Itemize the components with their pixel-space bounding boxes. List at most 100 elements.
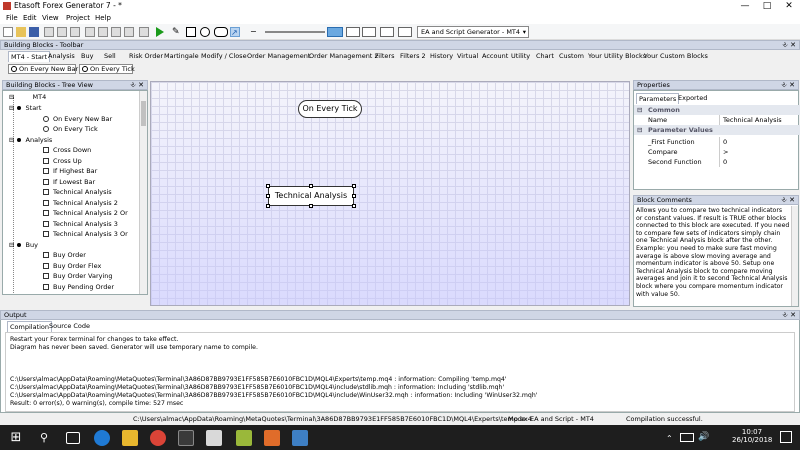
pin-close-icon[interactable]: ⎀ ✕ <box>781 196 795 205</box>
zoom-slider-track[interactable] <box>265 31 325 33</box>
tree-item[interactable]: Technical Analysis 3 <box>43 219 118 229</box>
menu-help[interactable]: Help <box>95 14 111 22</box>
zoom-out-icon[interactable]: − <box>250 27 260 37</box>
app-icon-generic[interactable] <box>178 430 194 446</box>
tab-source-code[interactable]: Source Code <box>47 321 92 332</box>
tab-mt4-start[interactable]: MT4 - Start <box>8 51 51 62</box>
redo-icon[interactable] <box>111 27 121 37</box>
tab-utility[interactable]: Utility <box>509 51 532 62</box>
tree-item[interactable]: Buy Order Flex <box>43 261 101 271</box>
tab-filters[interactable]: Filters <box>373 51 396 62</box>
tree-group[interactable]: ⊟ Start <box>9 103 41 113</box>
delete-icon[interactable] <box>85 27 95 37</box>
file-explorer-icon[interactable] <box>122 430 138 446</box>
tab-your-utility-blocks[interactable]: Your Utility Blocks <box>586 51 648 62</box>
zoom-fit-box[interactable] <box>362 27 376 37</box>
zoom-level-box[interactable] <box>346 27 360 37</box>
menu-project[interactable]: Project <box>66 14 90 22</box>
tree-item[interactable]: Technical Analysis <box>43 187 112 197</box>
rounded-rect-tool-icon[interactable] <box>214 27 228 37</box>
tree-item[interactable]: Buy Pending Order <box>43 282 114 292</box>
cut-icon[interactable] <box>44 27 54 37</box>
metatrader-icon[interactable] <box>236 430 252 446</box>
new-file-icon[interactable] <box>3 27 13 37</box>
tab-filters-2[interactable]: Filters 2 <box>398 51 428 62</box>
common-section[interactable]: ⊟ Common <box>634 105 800 115</box>
comments-scrollbar[interactable] <box>791 206 798 306</box>
prop-value[interactable]: 0 <box>719 137 791 147</box>
tab-modify-close[interactable]: Modify / Close <box>199 51 249 62</box>
prop-value[interactable]: 0 <box>719 157 791 167</box>
pin-close-icon[interactable]: ⎀ ✕ <box>781 81 795 90</box>
resize-handle[interactable] <box>309 184 313 188</box>
prop-value[interactable]: Technical Analysis <box>719 115 791 125</box>
rectangle-tool-icon[interactable] <box>186 27 196 37</box>
zoom-box[interactable] <box>380 27 394 37</box>
zoom-slider-handle[interactable] <box>327 27 343 37</box>
parameter-values-section[interactable]: ⊟ Parameter Values <box>634 125 800 135</box>
tab-exported[interactable]: Exported <box>676 93 709 104</box>
app-icon-blue[interactable] <box>292 430 308 446</box>
windows-start-icon[interactable]: ⊞ <box>8 430 24 446</box>
save-icon[interactable] <box>29 27 39 37</box>
prop-row-name[interactable]: Name Technical Analysis <box>634 115 800 125</box>
tree-scrollbar[interactable] <box>139 91 147 294</box>
tree-scrollbar-thumb[interactable] <box>141 101 146 126</box>
search-icon[interactable]: ⚲ <box>36 430 52 446</box>
prop-row[interactable]: Second Function 0 <box>634 157 800 167</box>
prop-value[interactable]: > <box>719 147 791 157</box>
technical-analysis-node[interactable]: Technical Analysis <box>268 186 354 206</box>
tree-item[interactable]: If Lowest Bar <box>43 177 95 187</box>
tree-item[interactable]: Technical Analysis 2 Or <box>43 208 128 218</box>
tab-buy[interactable]: Buy <box>79 51 95 62</box>
tree-item[interactable]: Buy Order <box>43 250 86 260</box>
notifications-icon[interactable] <box>780 431 792 443</box>
tree-group[interactable]: ⊟ Buy <box>9 240 38 250</box>
tab-martingale[interactable]: Martingale <box>162 51 201 62</box>
tree-item[interactable]: On Every New Bar <box>43 114 112 124</box>
zoom-icon[interactable] <box>124 27 134 37</box>
edge-browser-icon[interactable] <box>94 430 110 446</box>
prop-row[interactable]: Compare > <box>634 147 800 157</box>
tab-history[interactable]: History <box>428 51 455 62</box>
tree-item[interactable]: Cross Down <box>43 145 91 155</box>
tree-item[interactable]: If Highest Bar <box>43 166 97 176</box>
app-icon-orange[interactable] <box>264 430 280 446</box>
resize-handle[interactable] <box>266 194 270 198</box>
task-view-icon[interactable] <box>66 432 80 444</box>
menu-file[interactable]: File <box>6 14 18 22</box>
diagram-canvas[interactable]: On Every Tick Technical Analysis <box>150 81 630 306</box>
tab-virtual[interactable]: Virtual <box>455 51 480 62</box>
tab-your-custom-blocks[interactable]: Your Custom Blocks <box>642 51 710 62</box>
resize-handle[interactable] <box>352 194 356 198</box>
tab-chart[interactable]: Chart <box>534 51 556 62</box>
forex-generator-taskbar-icon[interactable] <box>206 430 222 446</box>
tab-sell[interactable]: Sell <box>102 51 118 62</box>
block-on-every-new-bar[interactable]: On Every New Bar <box>8 64 78 74</box>
tab-account[interactable]: Account <box>480 51 510 62</box>
resize-handle[interactable] <box>352 184 356 188</box>
menu-edit[interactable]: Edit <box>23 14 37 22</box>
prop-row[interactable]: _First Function 0 <box>634 137 800 147</box>
tree-item[interactable]: On Every Tick <box>43 124 98 134</box>
tree-item[interactable]: Cross Up <box>43 156 82 166</box>
pin-close-icon[interactable]: ⎀ ✕ <box>130 81 144 90</box>
copy-icon[interactable] <box>57 27 67 37</box>
paste-icon[interactable] <box>70 27 80 37</box>
tree-group[interactable]: ⊟ Analysis <box>9 135 52 145</box>
tree-root[interactable]: ⊟ MT4 <box>9 92 46 102</box>
tree-item[interactable]: Technical Analysis 3 Or <box>43 229 128 239</box>
clock[interactable]: 10:07 26/10/2018 <box>732 428 772 444</box>
volume-icon[interactable]: 🔊 <box>698 432 709 442</box>
ellipse-tool-icon[interactable] <box>200 27 210 37</box>
tab-order-management[interactable]: Order Management <box>245 51 312 62</box>
pen-tool-icon[interactable]: ✎ <box>172 27 182 37</box>
resize-handle[interactable] <box>309 204 313 208</box>
tab-analysis[interactable]: Analysis <box>46 51 77 62</box>
maximize-button[interactable]: □ <box>756 0 778 12</box>
pin-close-icon[interactable]: ⎀ ✕ <box>782 41 796 50</box>
resize-handle[interactable] <box>352 204 356 208</box>
open-folder-icon[interactable] <box>16 27 26 37</box>
tree-item[interactable]: Technical Analysis 2 <box>43 198 118 208</box>
tab-risk-order[interactable]: Risk Order <box>127 51 165 62</box>
